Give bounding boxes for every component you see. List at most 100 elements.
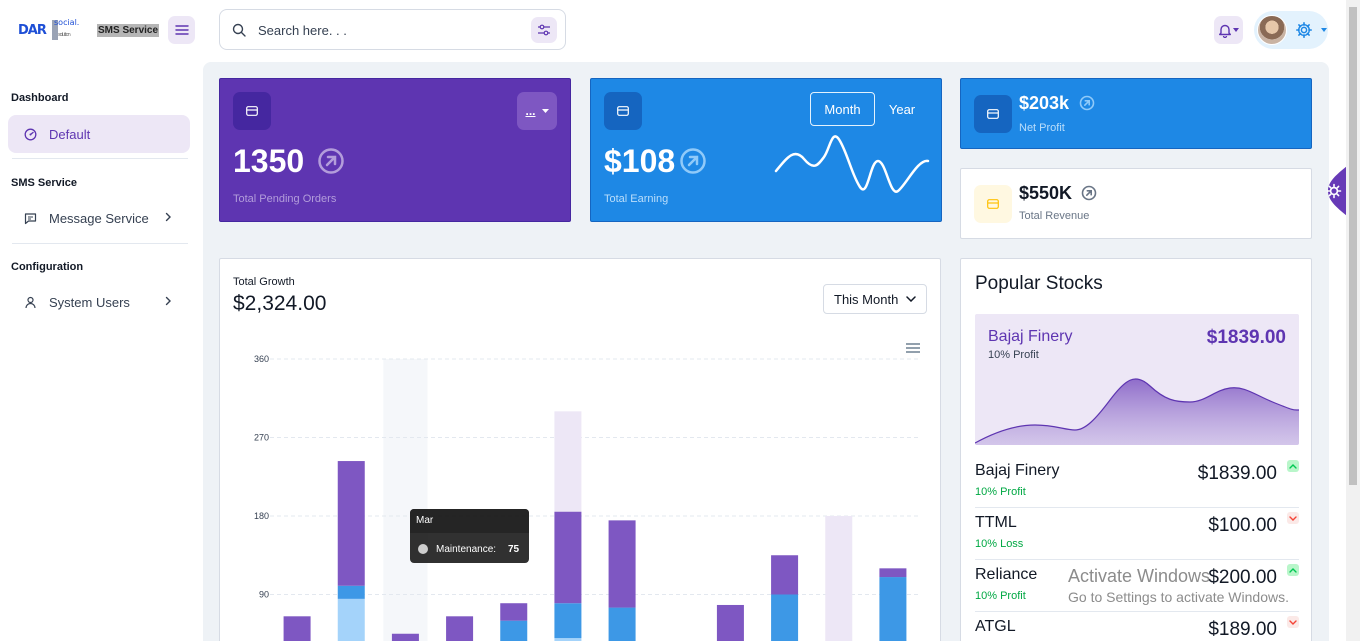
net-profit-card: $203k Net Profit [960,78,1312,149]
filter-button[interactable] [531,17,557,43]
stock-row[interactable]: TTML 10% Loss $100.00 [975,508,1299,560]
hamburger-icon [174,25,189,35]
featured-stock[interactable]: Bajaj Finery 10% Profit $1839.00 [975,314,1299,445]
featured-stock-chart [975,378,1299,445]
sidebar-section-configuration: Configuration [11,261,84,273]
card-icon-box [974,185,1012,223]
caret-down-icon [1321,28,1327,32]
bar-segment[interactable] [771,594,799,641]
bar-segment[interactable] [337,585,365,599]
chart-tooltip: Mar Maintenance: 75 [410,509,529,563]
sidebar-section-dashboard: Dashboard [11,92,69,104]
y-tick-label: 360 [254,354,269,364]
chevron-down-icon [1287,512,1299,524]
bar-segment[interactable] [283,616,311,641]
bar-segment[interactable] [879,577,907,641]
sidebar-section-sms: SMS Service [11,177,78,189]
caret-down-icon [1233,28,1239,32]
profile-menu-button[interactable] [1254,11,1328,49]
bell-icon [1219,24,1231,38]
total-earning-card: Month Year $108 Total Earning [590,78,942,222]
y-tick-label: 180 [254,511,269,521]
menu-toggle-button[interactable] [168,16,195,44]
stock-change: 10% Loss [975,538,1024,550]
stock-row[interactable]: ATGL10% Loss$189.00 [975,612,1299,641]
net-profit-value: $203k [1019,93,1070,113]
dashboard-icon [24,128,37,140]
sliders-icon [538,24,550,36]
page-scrollbar[interactable] [1346,0,1360,641]
stock-value: $189.00 [1208,619,1277,640]
credit-card-icon [987,199,999,209]
tooltip-title: Mar [410,509,529,533]
bar-segment[interactable] [554,603,582,639]
bar-segment[interactable] [391,633,419,641]
message-icon [24,212,37,224]
sidebar-item-message-service[interactable]: Message Service [8,199,190,237]
total-revenue-label: Total Revenue [1019,210,1090,222]
bar-segment[interactable] [500,620,528,641]
chevron-up-icon [1287,460,1299,472]
featured-stock-profit: 10% Profit [988,349,1039,361]
bar-segment[interactable] [608,607,636,641]
card-icon-box [604,92,642,130]
pending-orders-value: 1350 [233,143,305,179]
logo[interactable]: DAR social. solution [18,18,86,42]
chevron-down-icon [1287,616,1299,628]
bar-segment[interactable] [554,511,582,604]
sidebar-divider [12,243,188,244]
total-earning-label: Total Earning [604,193,669,205]
bar-segment[interactable] [337,598,365,641]
arrow-up-right-circle-icon [1081,185,1097,201]
stock-change: 10% Profit [975,590,1026,602]
bar-segment[interactable] [716,604,744,641]
y-tick-label: 270 [254,433,269,443]
total-revenue-value: $550K [1019,183,1073,203]
watermark-line-1: Activate Windows [1068,566,1211,586]
user-icon [25,296,36,308]
total-earning-value: $108 [604,143,676,179]
caret-down-icon [541,109,549,113]
bar-segment[interactable] [446,616,474,641]
search-input[interactable] [258,20,518,40]
gear-icon [1296,22,1312,38]
total-growth-card: Total Growth $2,324.00 This Month 90 180 2… [219,258,941,641]
bar-segment[interactable] [879,568,907,578]
chevron-right-icon [165,212,171,222]
tooltip-value: 75 [508,544,520,555]
more-dots-icon: ... [525,104,536,118]
more-options-button[interactable]: ... [517,92,557,130]
notification-button[interactable] [1214,16,1243,44]
logo-tiny-text: solution [58,32,71,38]
sidebar-item-default[interactable]: Default [8,115,190,153]
bar-segment[interactable] [554,411,582,512]
search-icon [232,23,246,37]
scrollbar-thumb[interactable] [1349,7,1357,485]
stock-row[interactable]: Bajaj Finery 10% Profit $1839.00 [975,456,1299,508]
card-icon-box [974,95,1012,133]
pending-orders-label: Total Pending Orders [233,193,337,205]
windows-activation-watermark: Activate Windows Go to Settings to activ… [1068,566,1289,605]
credit-card-icon [987,109,999,119]
bar-segment[interactable] [500,603,528,621]
search-box [219,9,566,50]
main-content: ... 1350 Total Pending Orders Month Year… [203,62,1329,641]
toggle-year-button[interactable]: Year [878,92,926,126]
bar-segment[interactable] [771,555,799,595]
growth-bar-chart: 90 180 270 360 [254,354,920,641]
bar-segment[interactable] [608,520,636,608]
chevron-right-icon [165,296,171,306]
sidebar-item-label: Message Service [49,210,149,226]
sidebar-item-system-users[interactable]: System Users [8,283,190,321]
stock-name: Reliance [975,566,1038,583]
watermark-line-2: Go to Settings to activate Windows. [1068,589,1289,605]
bar-segment[interactable] [337,461,365,586]
tooltip-series: Maintenance: [436,544,497,555]
logo-text: DAR [18,23,47,38]
toggle-month-button[interactable]: Month [810,92,875,126]
card-icon-box [233,92,271,130]
credit-card-icon [246,106,258,116]
sidebar-divider [12,158,188,159]
bar-segment[interactable] [825,516,853,641]
net-profit-label: Net Profit [1019,122,1065,134]
